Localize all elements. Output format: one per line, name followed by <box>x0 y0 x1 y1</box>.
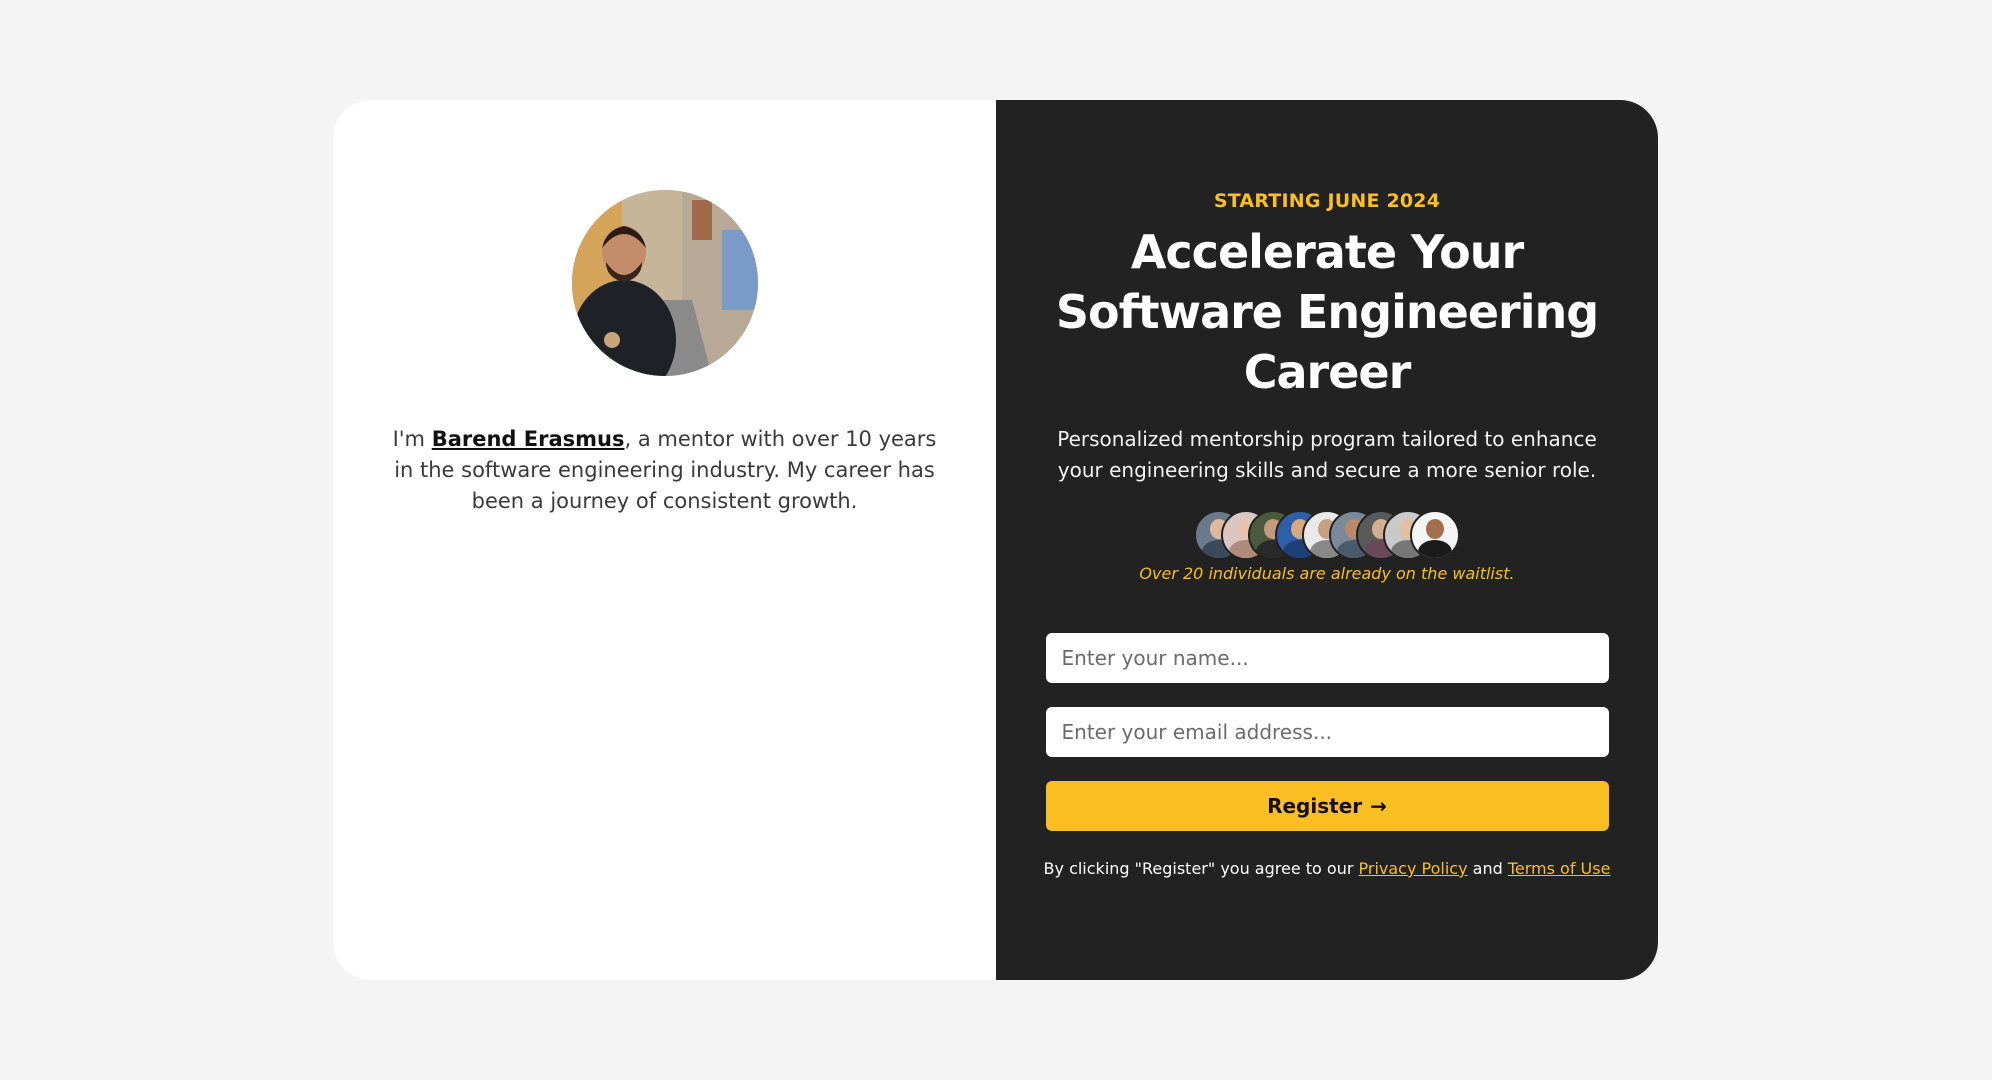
mentor-name-link[interactable]: Barend Erasmus <box>432 427 625 451</box>
register-button-label: Register <box>1267 794 1363 818</box>
arrow-right-icon: → <box>1370 794 1387 818</box>
avatar-head <box>1426 519 1444 539</box>
legal-and: and <box>1467 859 1508 878</box>
waitlist-count-text: Over 20 individuals are already on the w… <box>1139 564 1515 583</box>
mentor-panel: I'm Barend Erasmus, a mentor with over 1… <box>333 100 996 980</box>
register-button[interactable]: Register → <box>1045 781 1609 831</box>
page-subtitle: Personalized mentorship program tailored… <box>1057 427 1597 482</box>
waitlist-avatar-stack <box>1194 510 1460 560</box>
signup-card: I'm Barend Erasmus, a mentor with over 1… <box>333 100 1658 980</box>
legal-prefix: By clicking "Register" you agree to our <box>1043 859 1359 878</box>
avatar-body <box>1418 540 1452 558</box>
mentor-photo <box>571 190 758 376</box>
email-field[interactable] <box>1045 707 1609 757</box>
start-date-eyebrow: STARTING JUNE 2024 <box>1213 190 1441 212</box>
mentor-avatar <box>571 190 758 376</box>
waitlist-avatar <box>1410 510 1460 560</box>
terms-of-use-link[interactable]: Terms of Use <box>1508 859 1611 878</box>
bio-prefix: I'm <box>392 427 432 451</box>
legal-notice: By clicking "Register" you agree to our … <box>1044 859 1611 878</box>
page-title: Accelerate Your Software Engineering Car… <box>1055 225 1599 399</box>
privacy-policy-link[interactable]: Privacy Policy <box>1359 859 1468 878</box>
name-field[interactable] <box>1045 633 1609 683</box>
signup-form: Register → <box>1045 633 1609 831</box>
signup-panel: STARTING JUNE 2024 Accelerate Your Softw… <box>996 100 1658 980</box>
mentor-bio: I'm Barend Erasmus, a mentor with over 1… <box>385 424 945 517</box>
